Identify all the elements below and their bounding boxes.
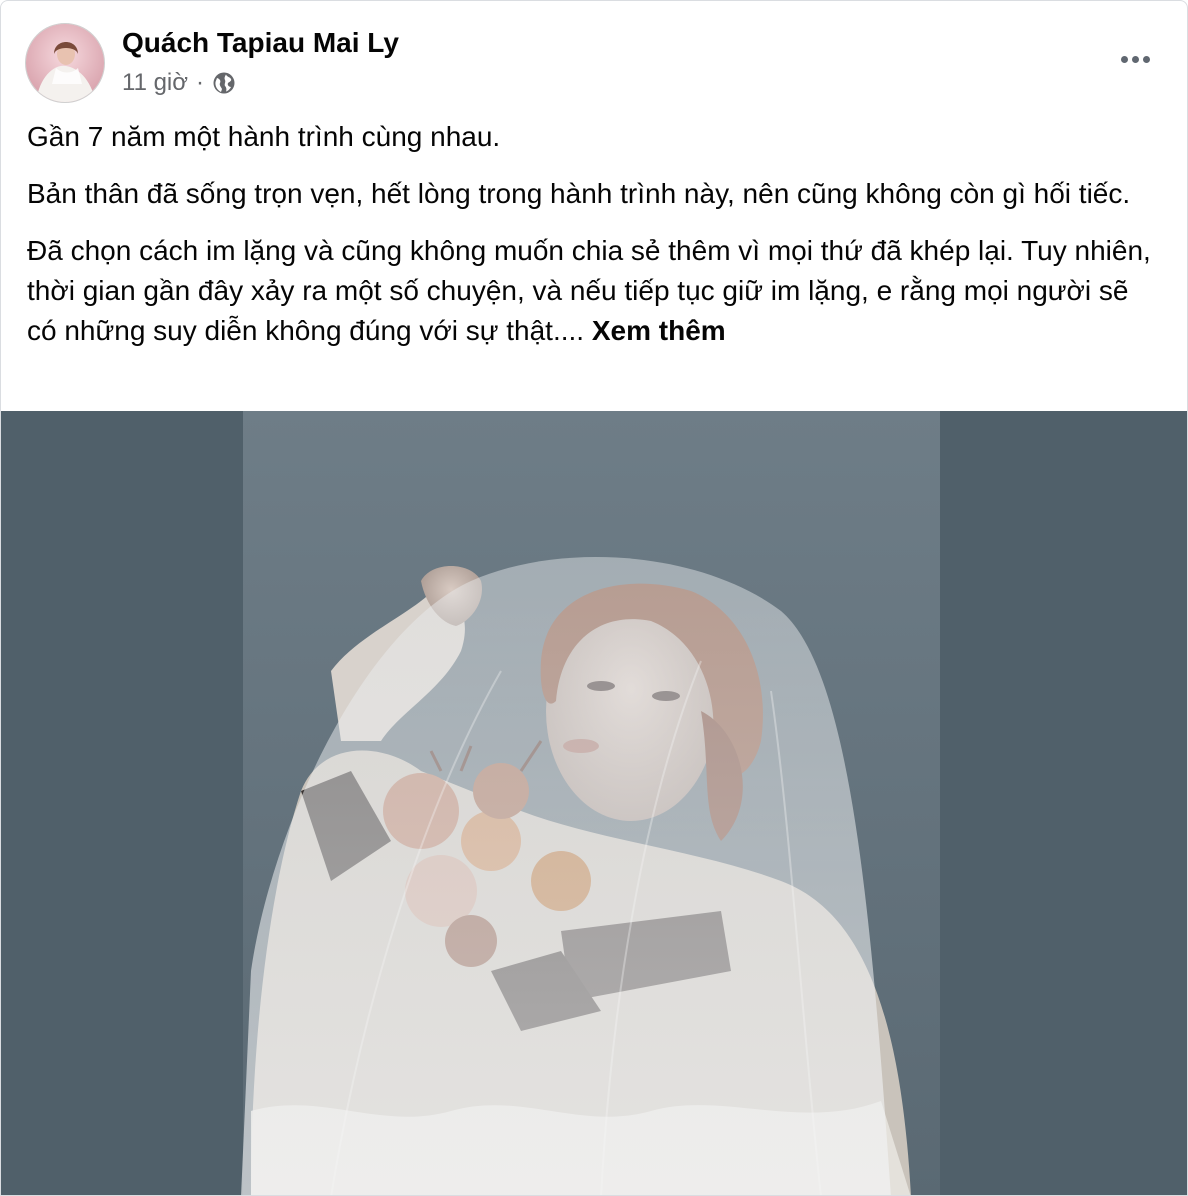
- post-paragraph-text: Đã chọn cách im lặng và cũng không muốn …: [27, 235, 1151, 346]
- author-name[interactable]: Quách Tapiau Mai Ly: [122, 27, 399, 59]
- post-meta: 11 giờ ·: [122, 69, 236, 97]
- more-options-icon[interactable]: [1115, 39, 1155, 79]
- post-timestamp[interactable]: 11 giờ: [122, 69, 188, 97]
- post-card: Quách Tapiau Mai Ly 11 giờ · Gần 7 năm m…: [0, 0, 1188, 1196]
- see-more-link[interactable]: Xem thêm: [592, 315, 726, 346]
- avatar-image: [26, 24, 104, 102]
- post-text: Gần 7 năm một hành trình cùng nhau. Bản …: [27, 117, 1157, 368]
- post-paragraph: Gần 7 năm một hành trình cùng nhau.: [27, 121, 501, 152]
- meta-separator: ·: [196, 69, 204, 96]
- photo-image: [1, 411, 1187, 1195]
- post-paragraph: Bản thân đã sống trọn vẹn, hết lòng tron…: [27, 178, 1131, 209]
- globe-icon[interactable]: [212, 71, 236, 95]
- post-header: Quách Tapiau Mai Ly 11 giờ ·: [1, 1, 1187, 111]
- post-photo[interactable]: [1, 411, 1187, 1195]
- post-paragraph: Đã chọn cách im lặng và cũng không muốn …: [27, 231, 1157, 351]
- author-avatar[interactable]: [25, 23, 105, 103]
